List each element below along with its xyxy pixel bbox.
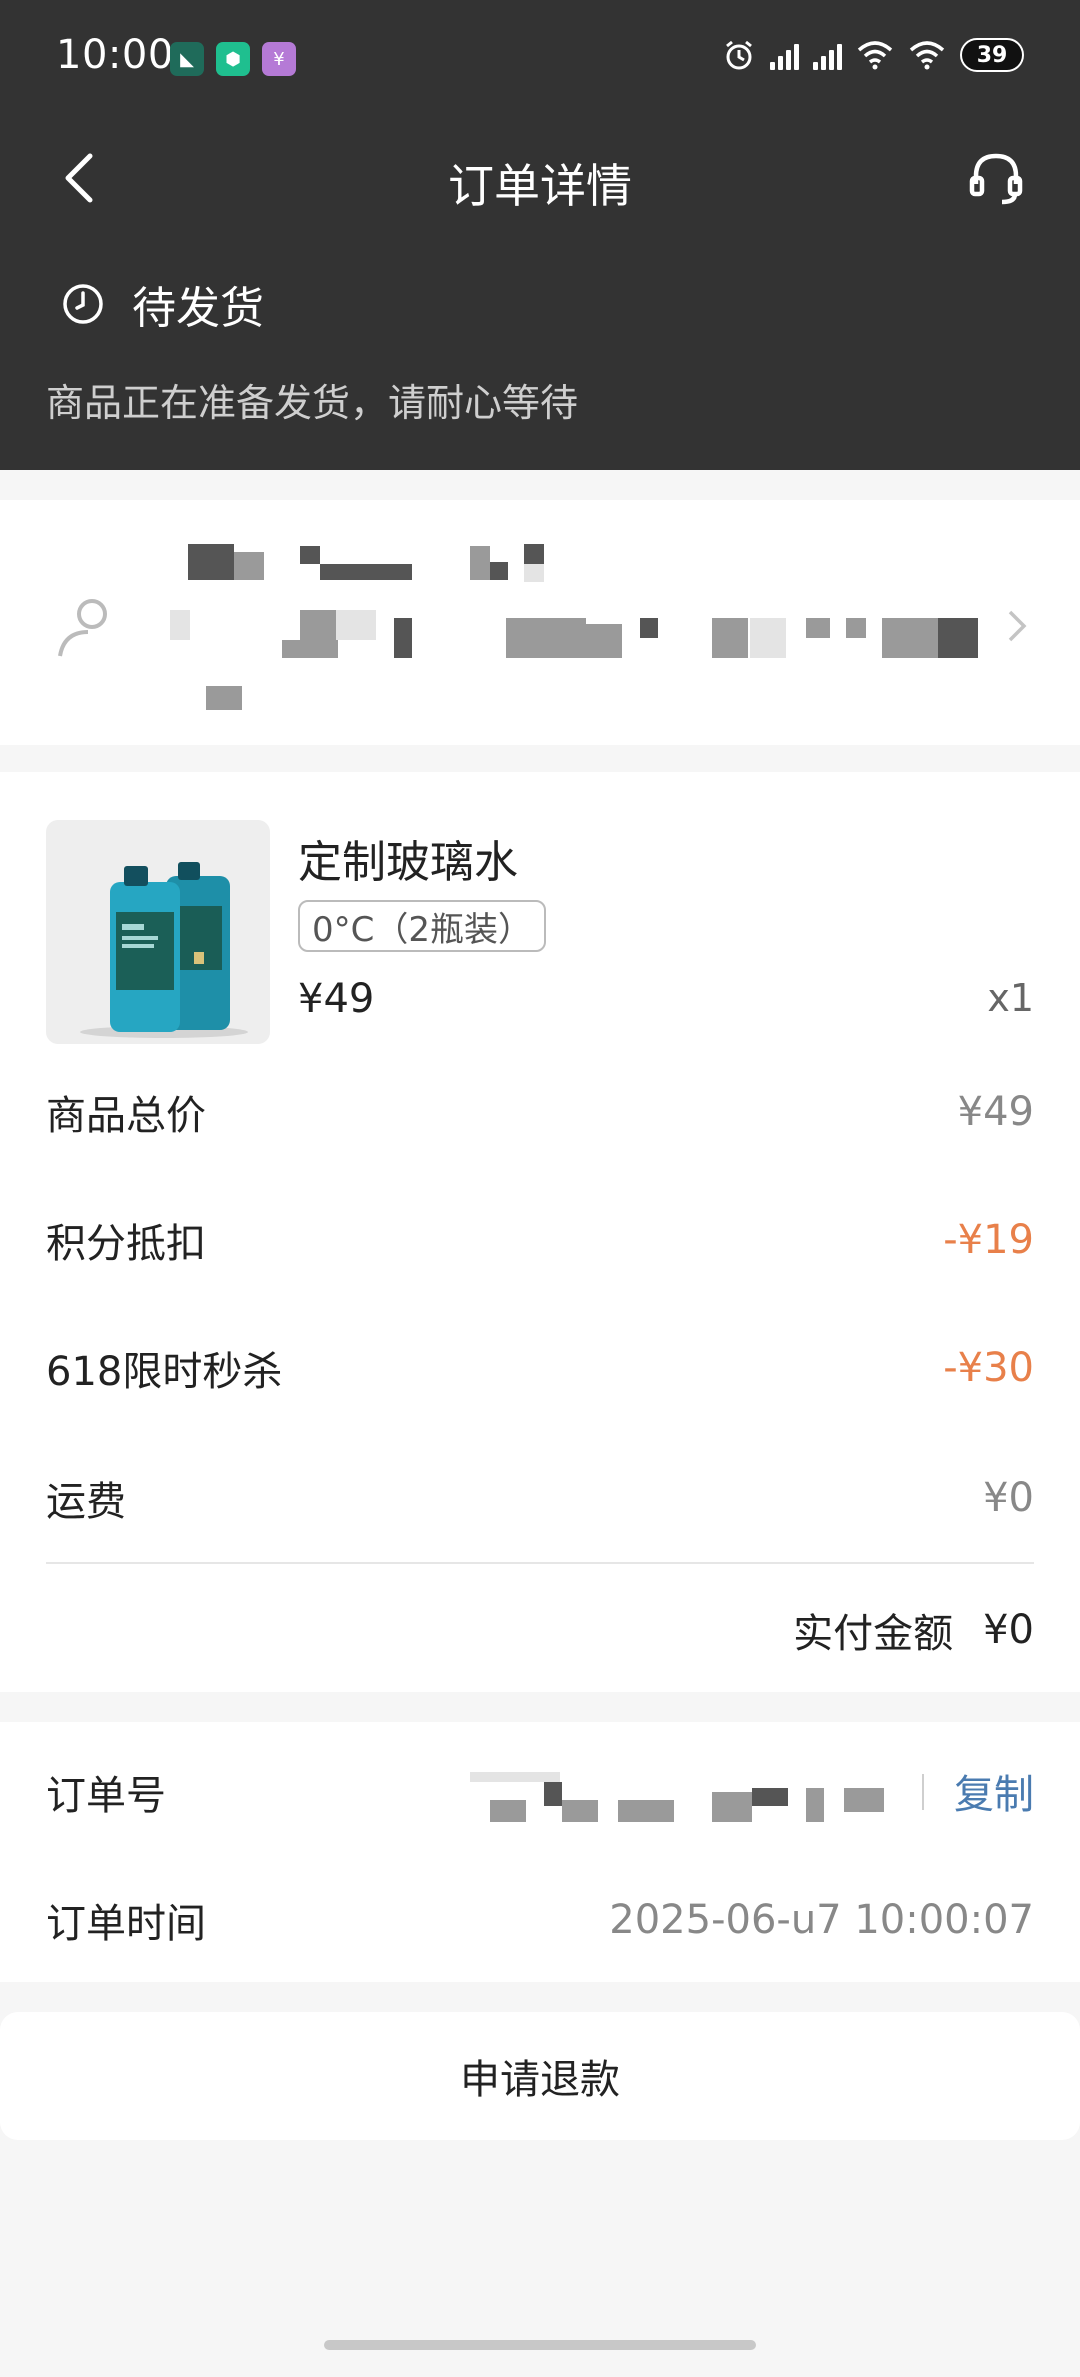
order-status-description: 商品正在准备发货，请耐心等待 bbox=[46, 381, 579, 425]
order-number-row: 订单号 bbox=[46, 1762, 1034, 1822]
status-bar: 10:00 ◣ ⬢ ¥ 39 bbox=[0, 0, 1080, 120]
alarm-icon bbox=[726, 40, 752, 70]
order-number-label: 订单号 bbox=[46, 1773, 166, 1819]
total-paid-row: 实付金额 ¥0 bbox=[793, 1600, 1034, 1660]
total-paid-value: ¥0 bbox=[983, 1607, 1034, 1653]
product-image[interactable] bbox=[46, 820, 270, 1044]
signal-4g-icon bbox=[813, 40, 842, 70]
order-status-title: 待发货 bbox=[132, 283, 264, 334]
home-indicator[interactable] bbox=[324, 2340, 756, 2350]
divider bbox=[46, 1562, 1034, 1564]
copy-separator bbox=[922, 1774, 924, 1810]
refund-button-label: 申请退款 bbox=[460, 2057, 620, 2103]
price-row-label: 运费 bbox=[46, 1479, 126, 1525]
washer-fluid-bottles-image bbox=[80, 862, 248, 1038]
product-price: ¥49 bbox=[298, 976, 375, 1022]
price-row-label: 商品总价 bbox=[46, 1093, 206, 1139]
order-time-row: 订单时间 2025-06-u7 10:00:07 bbox=[46, 1890, 1034, 1950]
price-row-subtotal: 商品总价 ¥49 bbox=[46, 1082, 1034, 1142]
product-name[interactable]: 定制玻璃水 bbox=[298, 826, 518, 890]
person-icon bbox=[58, 599, 107, 657]
page-title: 订单详情 bbox=[448, 159, 632, 213]
signal-5g-icon bbox=[770, 40, 799, 70]
shield-app-icon: ⬢ bbox=[216, 42, 250, 76]
wifi-icon bbox=[857, 41, 893, 70]
price-row-value: ¥0 bbox=[983, 1475, 1034, 1521]
order-time-value: 2025-06-u7 10:00:07 bbox=[609, 1897, 1034, 1943]
price-row-flash-sale: 618限时秒杀 -¥30 bbox=[46, 1338, 1034, 1398]
order-card: 定制玻璃水 0°C（2瓶装） ¥49 x1 商品总价 ¥49 积分抵扣 -¥19… bbox=[0, 772, 1080, 1692]
price-row-label: 618限时秒杀 bbox=[46, 1349, 283, 1395]
clock-icon bbox=[63, 284, 103, 324]
address-card[interactable] bbox=[0, 500, 1080, 745]
price-row-value: -¥30 bbox=[943, 1345, 1034, 1391]
wifi-icon-2 bbox=[909, 41, 945, 70]
purple-app-icon: ¥ bbox=[262, 42, 296, 76]
refund-button[interactable]: 申请退款 bbox=[0, 2012, 1080, 2140]
total-paid-label: 实付金额 bbox=[793, 1611, 954, 1657]
order-time-label: 订单时间 bbox=[46, 1901, 206, 1947]
chevron-right-icon bbox=[1008, 610, 1027, 642]
status-time: 10:00 bbox=[56, 32, 174, 78]
price-row-label: 积分抵扣 bbox=[46, 1221, 206, 1267]
copy-order-number-button[interactable]: 复制 bbox=[954, 1762, 1034, 1820]
nav-bar: 订单详情 bbox=[0, 130, 1080, 226]
notification-icons: ◣ ⬢ ¥ bbox=[170, 42, 296, 76]
app-notification-icon: ◣ bbox=[170, 42, 204, 76]
customer-service-icon[interactable] bbox=[964, 146, 1028, 210]
price-row-points-deduction: 积分抵扣 -¥19 bbox=[46, 1210, 1034, 1270]
product-quantity: x1 bbox=[987, 976, 1034, 1020]
price-row-value: -¥19 bbox=[943, 1217, 1034, 1263]
price-row-value: ¥49 bbox=[957, 1089, 1034, 1135]
product-spec-tag: 0°C（2瓶装） bbox=[298, 900, 547, 952]
header: 10:00 ◣ ⬢ ¥ 39 订单详情 待发货 商品正在准备发货，请耐心等待 bbox=[0, 0, 1080, 470]
price-row-shipping: 运费 ¥0 bbox=[46, 1468, 1034, 1528]
status-indicators: 39 bbox=[722, 38, 1024, 72]
order-info-card: 订单号 复制 订单时间 2025-06-u7 10:00:07 bbox=[0, 1722, 1080, 1982]
order-status: 待发货 bbox=[60, 272, 264, 336]
battery-indicator: 39 bbox=[960, 38, 1024, 72]
